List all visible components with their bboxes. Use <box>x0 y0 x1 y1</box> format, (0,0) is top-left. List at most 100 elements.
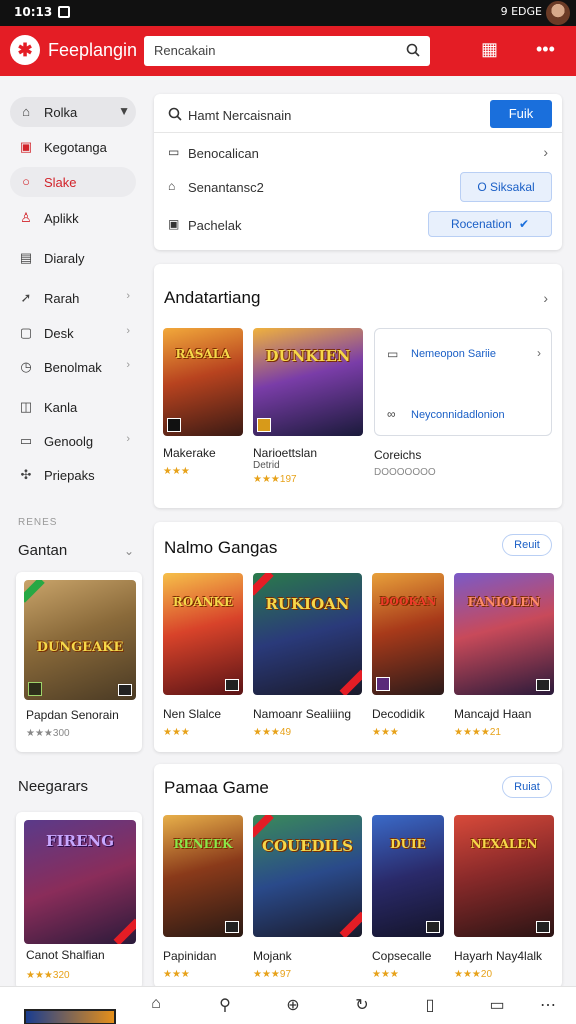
game-card[interactable]: RUKIOAN Namoanr Sealiiing ★★★49 <box>253 573 362 743</box>
rec-item-link[interactable]: Nemeopon Sariie <box>411 348 496 360</box>
game-cover[interactable]: RUKIOAN <box>253 573 362 695</box>
see-all-button[interactable]: Ruiat <box>502 776 552 798</box>
sidebar-item-desk[interactable]: ▢ Desk › <box>10 318 136 348</box>
game-rating: ★★★ <box>372 969 399 980</box>
sidebar-item-slake[interactable]: ○ Slake <box>10 167 136 197</box>
filter-row-label: Pachelak <box>188 218 242 233</box>
sale-ribbon <box>113 918 136 944</box>
search-icon[interactable] <box>406 43 420 57</box>
game-card[interactable]: NEXALEN Hayarh Nay4lalk ★★★20 <box>454 815 554 983</box>
folder-icon: ▭ <box>19 433 33 448</box>
chevron-right-icon[interactable]: › <box>543 144 548 160</box>
chevron-right-icon[interactable]: › <box>537 346 541 360</box>
sale-ribbon <box>339 669 362 695</box>
filter-search-row: Hamt Nercaisnain Fuik <box>154 94 562 132</box>
game-card[interactable]: RASALA Makerake ★★★ <box>163 328 243 478</box>
map-icon: ◫ <box>19 399 33 414</box>
sidebar-item-kanla[interactable]: ◫ Kanla <box>10 392 136 422</box>
game-card[interactable]: FIRENG Canot Shalfian ★★★320 <box>16 812 142 990</box>
controller-icon <box>426 921 440 933</box>
home-icon[interactable]: ⌂ <box>145 995 167 1017</box>
game-cover[interactable]: FANIOLEN <box>454 573 554 695</box>
cover-title: DUNKIEN <box>265 347 351 366</box>
sale-ribbon <box>253 815 274 838</box>
chevron-right-icon: › <box>126 359 130 371</box>
search-submit-button[interactable]: Fuik <box>490 100 552 128</box>
sidebar-item-kegotanga[interactable]: ▣ Kegotanga <box>10 132 136 162</box>
game-cover[interactable]: FIRENG <box>24 820 136 944</box>
game-cover[interactable]: RASALA <box>163 328 243 436</box>
see-all-button[interactable]: Reuit <box>502 534 552 556</box>
sidebar: ⌂ Rolka ▼ ▣ Kegotanga ○ Slake ♙ Aplikk ▤… <box>0 76 143 990</box>
game-cover[interactable]: DUNKIEN <box>253 328 363 436</box>
game-name: Makerake <box>163 446 216 460</box>
notification-icon <box>58 6 70 18</box>
controller-icon <box>536 921 550 933</box>
game-cover[interactable]: RENEEK <box>163 815 243 937</box>
section-title-neegarars[interactable]: Neegarars <box>18 778 88 795</box>
sidebar-item-label: Slake <box>44 175 77 190</box>
game-cover[interactable]: DUNGEAKE <box>24 580 136 700</box>
cover-title: RUKIOAN <box>265 594 350 613</box>
refresh-icon[interactable]: ↻ <box>351 995 373 1017</box>
controller-icon <box>118 684 132 696</box>
rec-item-link[interactable]: Neyconnidadlonion <box>411 409 505 421</box>
filter-row[interactable]: ▣ Pachelak Rocenation ✔ <box>154 206 562 244</box>
sidebar-item-rarah[interactable]: ➚ Rarah › <box>10 283 136 313</box>
game-card[interactable]: DOOKAN Decodidik ★★★ <box>372 573 444 743</box>
sidebar-item-priepaks[interactable]: ✣ Priepaks <box>10 460 136 490</box>
sidebar-item-rolka[interactable]: ⌂ Rolka ▼ <box>10 97 136 127</box>
filter-row[interactable]: ▭ Benocalican › <box>154 134 562 172</box>
mini-player-thumbnail[interactable] <box>24 1009 116 1024</box>
game-subtitle: Detrid <box>253 460 280 471</box>
sidebar-item-benolmak[interactable]: ◷ Benolmak › <box>10 352 136 382</box>
chevron-down-icon[interactable]: ⌄ <box>124 544 134 558</box>
logo-icon[interactable]: ✱ <box>10 35 40 65</box>
filter-search-input[interactable]: Hamt Nercaisnain <box>188 108 291 123</box>
new-ribbon <box>24 580 45 603</box>
sidebar-item-aplikk[interactable]: ♙ Aplikk <box>10 203 136 233</box>
app-brand: Feeplangin <box>48 40 138 60</box>
recommendation-toggle[interactable]: Rocenation ✔ <box>428 211 552 237</box>
game-card[interactable]: DUNGEAKE Papdan Senorain ★★★300 <box>16 572 142 752</box>
controller-icon <box>225 921 239 933</box>
game-card[interactable]: FANIOLEN Mancajd Haan ★★★★21 <box>454 573 554 743</box>
grid-icon[interactable]: ▦ <box>481 39 498 60</box>
rec-caption-sub: DOOOOOOO <box>374 467 436 478</box>
game-card[interactable]: DUIE Copsecalle ★★★ <box>372 815 444 983</box>
game-card[interactable]: RENEEK Papinidan ★★★ <box>163 815 243 983</box>
platform-badge-icon <box>257 418 271 432</box>
game-card[interactable]: DUNKIEN Narioettslan Detrid ★★★197 <box>253 328 363 485</box>
sidebar-item-diaraly[interactable]: ▤ Diaraly <box>10 243 136 273</box>
more-icon[interactable]: ⋯ <box>537 995 559 1017</box>
avatar[interactable] <box>546 1 570 25</box>
sidebar-item-label: Kegotanga <box>44 140 107 155</box>
game-cover[interactable]: COUEDILS <box>253 815 362 937</box>
game-card[interactable]: COUEDILS Mojank ★★★97 <box>253 815 362 983</box>
sidebar-item-label: Kanla <box>44 400 78 415</box>
chevron-right-icon[interactable]: › <box>543 290 548 306</box>
chevron-down-icon[interactable]: ▼ <box>118 104 130 118</box>
filter-row[interactable]: ⌂ Senantansc2 O Siksakal <box>154 168 562 206</box>
window-icon[interactable]: ▭ <box>486 995 508 1017</box>
check-icon: ✔ <box>519 217 530 231</box>
platform-badge-icon <box>167 418 181 432</box>
game-name: Narioettslan <box>253 446 318 460</box>
section-title-gantan[interactable]: Gantan <box>18 542 67 559</box>
sidebar-item-genoolg[interactable]: ▭ Genoolg › <box>10 426 136 456</box>
game-name: Nen Slalce <box>163 707 222 721</box>
add-icon[interactable]: ⊕ <box>282 995 304 1017</box>
search-icon[interactable]: ⚲ <box>214 995 236 1017</box>
game-cover[interactable]: NEXALEN <box>454 815 554 937</box>
more-icon[interactable]: ••• <box>536 39 555 60</box>
bookmark-icon[interactable]: ▯ <box>419 995 441 1017</box>
search-input[interactable]: Rencakain <box>144 36 430 66</box>
filter-option-button[interactable]: O Siksakal <box>460 172 552 202</box>
sale-ribbon <box>339 911 362 937</box>
game-card[interactable]: ROANKE Nen Slalce ★★★ <box>163 573 243 743</box>
game-cover[interactable]: DOOKAN <box>372 573 444 695</box>
sale-section: Nalmo Gangas Reuit ROANKE Nen Slalce ★★★… <box>154 522 562 752</box>
game-cover[interactable]: DUIE <box>372 815 444 937</box>
game-cover[interactable]: ROANKE <box>163 573 243 695</box>
game-rating: ★★★20 <box>454 969 493 980</box>
